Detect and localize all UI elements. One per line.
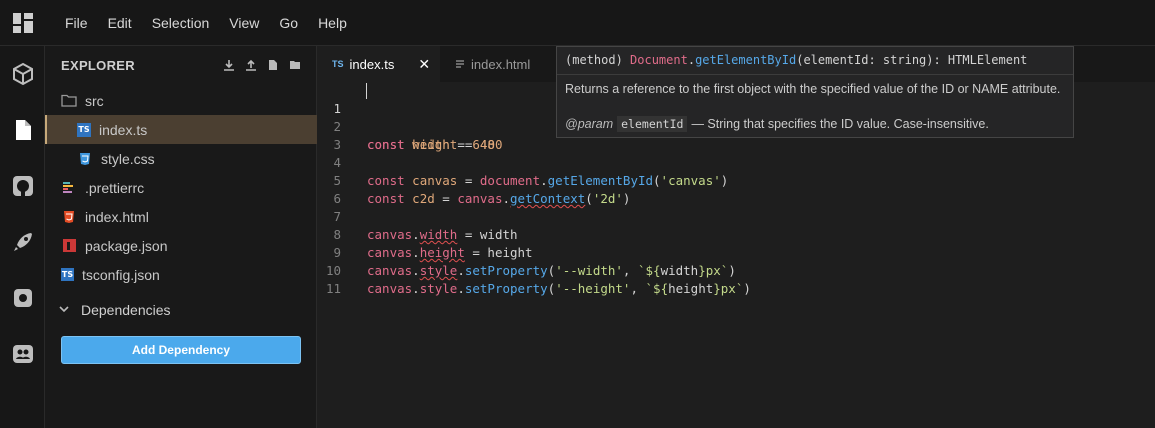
new-folder-icon[interactable] bbox=[288, 58, 302, 72]
tab-index-html[interactable]: index.html bbox=[440, 46, 570, 82]
download-icon[interactable] bbox=[222, 58, 236, 72]
tree-item-label: package.json bbox=[85, 237, 168, 254]
dashboard-logo-icon[interactable] bbox=[0, 0, 45, 46]
prettier-file-icon bbox=[61, 181, 77, 195]
tree-file-prettierrc[interactable]: .prettierrc bbox=[45, 173, 317, 202]
tree-file-tsconfig-json[interactable]: TS tsconfig.json bbox=[45, 260, 317, 289]
code-line: 6 bbox=[318, 172, 1155, 206]
ts-file-icon: TS bbox=[77, 122, 91, 137]
tree-file-package-json[interactable]: package.json bbox=[45, 231, 317, 260]
code-line: 4 const canvas = document.getElementById… bbox=[318, 136, 1155, 188]
menubar: File Edit Selection View Go Help bbox=[0, 0, 1155, 46]
tooltip-description: Returns a reference to the first object … bbox=[565, 82, 1061, 96]
tree-item-label: index.html bbox=[85, 208, 149, 225]
text-cursor bbox=[366, 83, 367, 99]
tooltip-signature: (method) Document.getElementById(element… bbox=[565, 53, 1028, 67]
explorer-toolbar bbox=[222, 58, 302, 72]
code-text: canvas.style.setProperty('--height', `${… bbox=[367, 281, 751, 296]
tree-folder-src[interactable]: src bbox=[45, 86, 317, 115]
cube-icon[interactable] bbox=[0, 54, 45, 94]
folder-icon bbox=[61, 94, 77, 108]
ts-config-icon: TS bbox=[61, 268, 74, 281]
dependencies-section-toggle[interactable]: Dependencies bbox=[59, 302, 171, 318]
upload-icon[interactable] bbox=[244, 58, 258, 72]
tree-item-label: tsconfig.json bbox=[82, 266, 160, 283]
activity-bar bbox=[0, 46, 45, 428]
code-line: 5 const c2d = canvas.getContext('2d') bbox=[318, 154, 1155, 206]
menu-help[interactable]: Help bbox=[308, 0, 357, 46]
file-icon[interactable] bbox=[0, 110, 45, 150]
lines-icon bbox=[455, 59, 465, 69]
css-file-icon bbox=[77, 152, 93, 166]
close-icon[interactable]: ✕ bbox=[418, 56, 430, 73]
hover-tooltip: (method) Document.getElementById(element… bbox=[556, 46, 1074, 138]
explorer-sidebar: EXPLORER src TS index.ts style.css .pret… bbox=[45, 46, 317, 428]
rocket-icon[interactable] bbox=[0, 222, 45, 262]
tooltip-divider bbox=[557, 74, 1073, 75]
ts-badge: TS bbox=[332, 59, 344, 69]
line-number: 11 bbox=[325, 281, 341, 296]
github-icon[interactable] bbox=[0, 166, 45, 206]
tree-item-label: .prettierrc bbox=[85, 179, 145, 196]
tooltip-param: @param elementId — String that specifies t… bbox=[565, 116, 989, 132]
code-line: 11 bbox=[318, 262, 1155, 296]
tab-label: index.ts bbox=[349, 56, 395, 72]
menu-file[interactable]: File bbox=[55, 0, 98, 46]
explorer-title: EXPLORER bbox=[61, 58, 135, 73]
users-icon[interactable] bbox=[0, 334, 45, 374]
tab-index-ts[interactable]: TS index.ts ✕ bbox=[318, 46, 440, 82]
add-dependency-button[interactable]: Add Dependency bbox=[61, 336, 301, 364]
menu-edit[interactable]: Edit bbox=[98, 0, 142, 46]
npm-file-icon bbox=[61, 239, 77, 253]
code-line: 10 canvas.style.setProperty('--height', … bbox=[318, 244, 1155, 296]
menu-selection[interactable]: Selection bbox=[142, 0, 220, 46]
menu-go[interactable]: Go bbox=[269, 0, 308, 46]
tree-file-index-ts[interactable]: TS index.ts bbox=[45, 115, 317, 144]
menu-view[interactable]: View bbox=[219, 0, 269, 46]
chevron-down-icon bbox=[59, 305, 69, 316]
new-file-icon[interactable] bbox=[266, 58, 280, 72]
tab-label: index.html bbox=[471, 56, 531, 72]
tree-item-label: src bbox=[85, 92, 104, 109]
html-file-icon bbox=[61, 210, 77, 224]
code-line: 7 canvas.width = width bbox=[318, 190, 1155, 242]
code-line: 8 canvas.height = height bbox=[318, 208, 1155, 260]
tree-file-index-html[interactable]: index.html bbox=[45, 202, 317, 231]
tree-item-label: index.ts bbox=[99, 121, 148, 138]
dependencies-label: Dependencies bbox=[81, 302, 171, 318]
code-line: 9 canvas.style.setProperty('--width', `$… bbox=[318, 226, 1155, 278]
gear-icon[interactable] bbox=[0, 278, 45, 318]
tree-item-label: style.css bbox=[101, 150, 155, 167]
tree-file-style-css[interactable]: style.css bbox=[45, 144, 317, 173]
